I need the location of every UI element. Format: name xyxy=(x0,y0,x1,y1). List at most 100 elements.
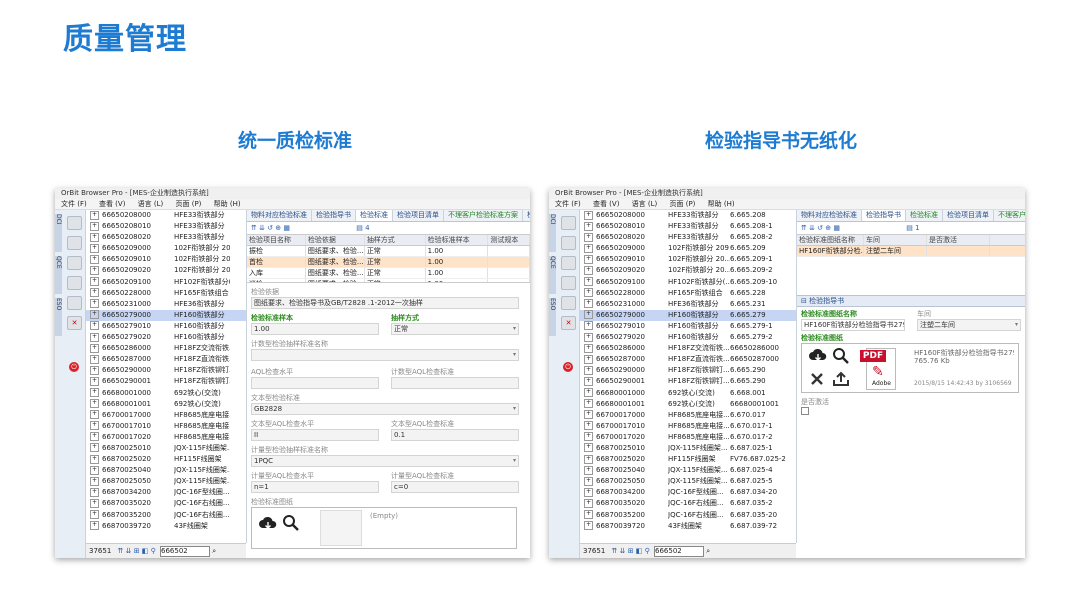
nav-icons[interactable]: ⇈ ⇊ ⊞ ◧ ⚲ xyxy=(612,547,650,555)
tree-item[interactable]: +66650209010 102F衔铁部分 20... xyxy=(86,254,246,265)
tree-item[interactable]: +66700017000 HF8685底座电接... xyxy=(86,410,246,421)
expand-icon[interactable]: + xyxy=(584,265,593,275)
tree-item[interactable]: +66650279020 HF160衔铁部分 xyxy=(86,332,246,343)
tree-item[interactable]: +66650286000 HF18FZ交流衔铁...66650286000 xyxy=(580,343,796,354)
cloud-download-icon[interactable] xyxy=(258,516,278,532)
side-tab-dci[interactable]: DCI xyxy=(549,214,556,252)
doc-name-field[interactable]: HF160F衔铁部分检验指导书279-X xyxy=(801,319,905,331)
expand-icon[interactable]: + xyxy=(90,521,99,531)
expand-icon[interactable]: + xyxy=(584,421,593,431)
tree-item[interactable]: +66870025010 JQX-115F线圈架... 6.687.025-1 xyxy=(580,443,796,454)
expand-icon[interactable]: + xyxy=(584,354,593,364)
tree-item[interactable]: +66650290000 HF18FZ衔铁铆钉...6.665.290 xyxy=(580,365,796,376)
menu-language[interactable]: 语言 (L) xyxy=(632,200,658,208)
col-item[interactable]: 检验项目名称 xyxy=(247,235,306,245)
tab-material-standard[interactable]: 物料对应检验标准 xyxy=(797,210,862,221)
text-aql-std-field[interactable]: 0.1 xyxy=(391,429,519,441)
tree-item[interactable]: +66650208020 HFE33衔铁部分 xyxy=(86,232,246,243)
expand-icon[interactable]: + xyxy=(90,310,99,320)
tree-item[interactable]: +66650279020 HF160衔铁部分 6.665.279-2 xyxy=(580,332,796,343)
tree-item[interactable]: +66650279000 HF160衔铁部分 6.665.279 xyxy=(580,309,796,321)
expand-icon[interactable]: + xyxy=(90,210,99,220)
doc-icon[interactable] xyxy=(67,216,82,230)
edit-icon[interactable] xyxy=(561,256,576,270)
expand-icon[interactable]: + xyxy=(584,310,593,320)
expand-icon[interactable]: + xyxy=(584,388,593,397)
search-input[interactable]: 666502 xyxy=(160,545,210,557)
expand-icon[interactable]: + xyxy=(584,432,593,442)
tree-item[interactable]: +66680001000 692铁心(交流) xyxy=(86,388,246,399)
pdf-file-icon[interactable]: PDF ✎ Adobe xyxy=(860,346,896,390)
expand-icon[interactable]: + xyxy=(584,232,593,242)
expand-icon[interactable]: + xyxy=(584,510,593,520)
expand-icon[interactable]: + xyxy=(90,332,99,342)
tree-item[interactable]: +66650209000 102F衔铁部分 2096.665.209 xyxy=(580,243,796,254)
expand-icon[interactable]: + xyxy=(90,299,99,309)
expand-icon[interactable]: + xyxy=(584,454,593,464)
search-icon[interactable]: ⌕ xyxy=(706,547,710,555)
expand-icon[interactable]: + xyxy=(90,510,99,520)
toolbar-icons[interactable]: ⇈ ⇊ ↺ ⊕ ▦ xyxy=(251,224,290,232)
expand-icon[interactable]: + xyxy=(584,365,593,375)
tree-item[interactable]: +66650279010 HF160衔铁部分 xyxy=(86,321,246,332)
tree-item[interactable]: +66650208000 HFE33衔铁部分 6.665.208 xyxy=(580,210,796,221)
side-tab-qce[interactable]: QCE xyxy=(55,256,62,294)
tree-item[interactable]: +66650287000 HF18FZ直流衔铁... xyxy=(86,354,246,365)
tree-item[interactable]: +66650286000 HF18FZ交流衔铁... xyxy=(86,343,246,354)
tree-item[interactable]: +66870025040 JQX-115F线圈架... xyxy=(86,465,246,476)
copy-icon[interactable] xyxy=(67,236,82,250)
expand-icon[interactable]: + xyxy=(584,321,593,331)
expand-icon[interactable]: + xyxy=(584,399,593,409)
tree-item[interactable]: +66870025010 JQX-115F线圈架... xyxy=(86,443,246,454)
col-active[interactable]: 是否激活 xyxy=(927,235,990,245)
expand-icon[interactable]: + xyxy=(90,465,99,475)
doc-icon[interactable] xyxy=(561,216,576,230)
tree-item[interactable]: +66870025040 JQX-115F线圈架... 6.687.025-4 xyxy=(580,465,796,476)
expand-icon[interactable]: + xyxy=(584,410,593,420)
close-icon[interactable] xyxy=(810,372,824,386)
expand-icon[interactable]: + xyxy=(584,376,593,386)
tree-item[interactable]: +66680001001 692铁心(交流) xyxy=(86,399,246,410)
tree-item[interactable]: +66870035020 JQC-16F右线圈... xyxy=(86,498,246,509)
menu-file[interactable]: 文件 (F) xyxy=(555,200,581,208)
tree-item[interactable]: +66650209020 102F衔铁部分 20... xyxy=(86,265,246,276)
expand-icon[interactable]: + xyxy=(90,443,99,453)
col-sample[interactable]: 检验标准样本 xyxy=(426,235,489,245)
side-tab-qce[interactable]: QCE xyxy=(549,256,556,294)
tree-item[interactable]: +66870025050 JQX-115F线圈架... xyxy=(86,476,246,487)
workshop-select[interactable]: 注塑二车间 ▾ xyxy=(917,319,1021,331)
tab-item-list[interactable]: 检验项目清单 xyxy=(393,210,444,221)
aql-std-field[interactable] xyxy=(391,377,519,389)
drawing-attachment[interactable]: (Empty) xyxy=(251,507,517,549)
menu-help[interactable]: 帮助 (H) xyxy=(214,200,241,208)
tree-item[interactable]: +66700017010 HF8685底座电接... xyxy=(86,421,246,432)
sample-field[interactable]: 1.00 xyxy=(251,323,379,335)
expand-icon[interactable]: + xyxy=(584,487,593,497)
expand-icon[interactable]: + xyxy=(584,243,593,253)
expand-icon[interactable]: + xyxy=(90,432,99,442)
tab-instruction[interactable]: 检验指导书 xyxy=(862,210,906,221)
delete-icon[interactable]: ✕ xyxy=(561,316,576,330)
expand-icon[interactable]: + xyxy=(584,443,593,453)
gear-icon[interactable] xyxy=(561,276,576,290)
menu-help[interactable]: 帮助 (H) xyxy=(708,200,735,208)
tree-item[interactable]: +66870035200 JQC-16F右线圈... 6.687.035-20 xyxy=(580,510,796,521)
expand-icon[interactable]: + xyxy=(90,221,99,231)
drawing-attachment[interactable]: PDF ✎ Adobe HF160F衔铁部分检验指导书279-X 765.76 … xyxy=(801,343,1019,393)
expand-icon[interactable]: + xyxy=(90,288,99,298)
tree-item[interactable]: +66870039720 43F线圈架 xyxy=(86,521,246,532)
tree-item[interactable]: +66650209100 HF102F衔铁部分(... xyxy=(86,277,246,288)
expand-icon[interactable]: + xyxy=(584,288,593,298)
tree-item[interactable]: +66650228000 HF165F衔铁组合 6.665.228 xyxy=(580,288,796,299)
expand-icon[interactable]: + xyxy=(90,277,99,287)
search-icon[interactable] xyxy=(282,514,300,532)
search-input[interactable]: 666502 xyxy=(654,545,704,557)
measure-aql-std-field[interactable]: c=0 xyxy=(391,481,519,493)
tab-inspect[interactable]: 检验 xyxy=(523,210,530,221)
tab-standard[interactable]: 检验标准 xyxy=(356,210,393,221)
edit-icon[interactable] xyxy=(67,256,82,270)
tree-item[interactable]: +66680001001 692铁心(交流) 66680001001 xyxy=(580,399,796,410)
tree-item[interactable]: +66650208010 HFE33衔铁部分 6.665.208-1 xyxy=(580,221,796,232)
col-workshop[interactable]: 车间 xyxy=(864,235,927,245)
tree-item[interactable]: +66870025050 JQX-115F线圈架... 6.687.025-5 xyxy=(580,476,796,487)
